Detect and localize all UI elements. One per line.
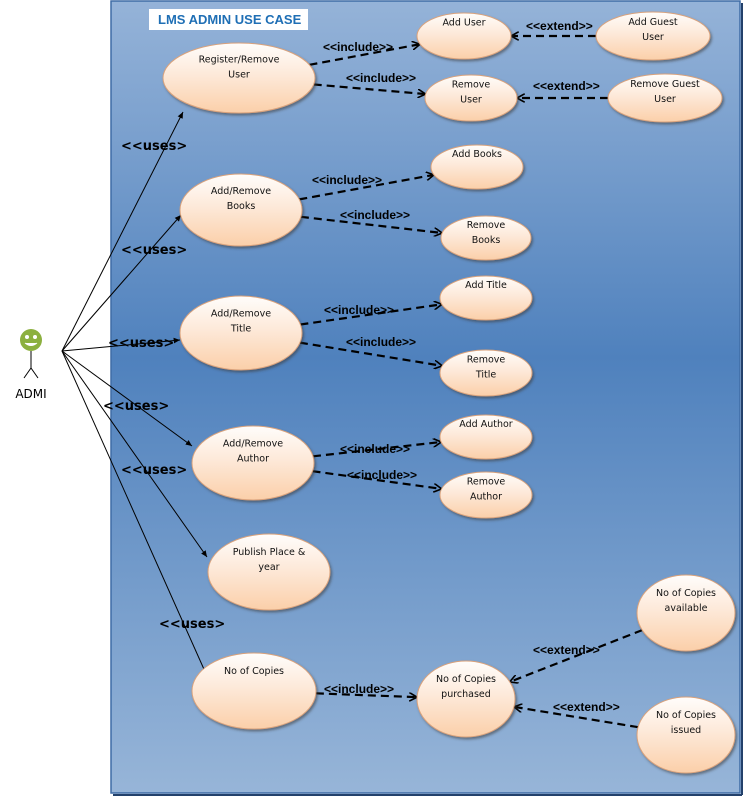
use-case-no-of-copies-issued[interactable]: No of Copies issued xyxy=(636,696,736,774)
use-case-label: Remove xyxy=(452,80,491,91)
use-case-label: Title xyxy=(230,323,252,334)
use-case-label: issued xyxy=(671,725,701,736)
use-case-label: Add/Remove xyxy=(211,308,271,319)
use-case-label: No of Copies xyxy=(656,710,716,721)
include-label: <<include>> xyxy=(324,303,394,317)
use-case-label: Author xyxy=(237,453,269,464)
use-case-label: User xyxy=(642,32,664,43)
actor-label: ADMI xyxy=(15,387,46,401)
include-label: <<include>> xyxy=(340,208,410,222)
use-case-label: year xyxy=(258,562,279,573)
use-case-register-remove-user[interactable]: Register/Remove User xyxy=(162,42,316,114)
use-case-label: Title xyxy=(475,370,497,381)
use-case-label: Books xyxy=(472,235,501,246)
use-case-publish-place-year[interactable]: Publish Place & year xyxy=(207,533,331,611)
use-case-add-title[interactable]: Add Title xyxy=(439,275,533,321)
extend-label: <<extend>> xyxy=(533,643,600,657)
use-case-label: No of Copies xyxy=(436,674,496,685)
uses-label: <<uses> xyxy=(108,336,174,351)
use-case-add-guest-user[interactable]: Add Guest User xyxy=(595,11,711,61)
use-case-label: Remove Guest xyxy=(630,79,700,90)
use-case-label: Author xyxy=(470,492,502,503)
include-label: <<include>> xyxy=(347,468,417,482)
use-case-label: No of Copies xyxy=(224,666,284,677)
use-case-label: User xyxy=(460,95,482,106)
use-case-label: Books xyxy=(227,201,256,212)
use-case-label: Remove xyxy=(467,477,506,488)
use-case-label: User xyxy=(654,94,676,105)
use-case-add-remove-title[interactable]: Add/Remove Title xyxy=(179,295,303,371)
use-case-label: Add/Remove xyxy=(211,186,271,197)
use-case-remove-guest-user[interactable]: Remove Guest User xyxy=(607,73,723,123)
use-case-add-books[interactable]: Add Books xyxy=(430,144,524,190)
include-label: <<include>> xyxy=(340,442,410,456)
uses-label: <<uses> xyxy=(121,243,187,258)
use-case-add-user[interactable]: Add User xyxy=(416,12,512,60)
use-case-label: Add/Remove xyxy=(223,438,283,449)
use-case-remove-title[interactable]: Remove Title xyxy=(439,349,533,397)
use-case-label: purchased xyxy=(441,689,491,700)
use-case-label: No of Copies xyxy=(656,588,716,599)
use-case-no-of-copies-purchased[interactable]: No of Copies purchased xyxy=(416,660,516,738)
extend-label: <<extend>> xyxy=(553,700,620,714)
use-case-label: Register/Remove xyxy=(199,54,280,65)
diagram-title-text: LMS ADMIN USE CASE xyxy=(158,12,302,27)
uses-label: <<uses> xyxy=(121,463,187,478)
use-case-ellipse xyxy=(191,652,317,730)
use-case-remove-author[interactable]: Remove Author xyxy=(439,471,533,519)
smiley-actor-icon xyxy=(20,329,42,379)
use-case-add-remove-author[interactable]: Add/Remove Author xyxy=(191,425,315,501)
use-case-add-remove-books[interactable]: Add/Remove Books xyxy=(179,173,303,247)
uses-label: <<uses> xyxy=(121,139,187,154)
extend-label: <<extend>> xyxy=(533,79,600,93)
use-case-label: Add Books xyxy=(452,149,502,160)
use-case-no-of-copies-available[interactable]: No of Copies available xyxy=(636,574,736,652)
use-case-remove-books[interactable]: Remove Books xyxy=(440,215,532,261)
use-case-label: Remove xyxy=(467,355,506,366)
include-label: <<include>> xyxy=(312,173,382,187)
use-case-label: Add User xyxy=(442,18,485,29)
use-case-label: available xyxy=(665,603,708,614)
use-case-label: Add Guest xyxy=(628,17,678,28)
use-case-remove-user[interactable]: Remove User xyxy=(424,74,518,122)
uses-label: <<uses> xyxy=(103,399,169,414)
use-case-label: Add Author xyxy=(459,419,512,430)
use-case-add-author[interactable]: Add Author xyxy=(439,414,533,460)
use-case-label: User xyxy=(228,69,250,80)
include-label: <<include>> xyxy=(346,71,416,85)
actor-admin[interactable]: ADMI xyxy=(15,329,47,401)
include-label: <<include>> xyxy=(346,335,416,349)
extend-label: <<extend>> xyxy=(526,19,593,33)
include-label: <<include>> xyxy=(323,40,393,54)
use-case-no-of-copies[interactable]: No of Copies xyxy=(191,652,317,730)
use-case-label: Publish Place & xyxy=(233,547,306,558)
use-case-label: Remove xyxy=(467,220,506,231)
use-case-diagram: LMS ADMIN USE CASE Register/RemoveUserAd… xyxy=(15,0,743,796)
use-case-label: Add Title xyxy=(465,280,507,291)
uses-label: <<uses> xyxy=(159,617,225,632)
diagram-title: LMS ADMIN USE CASE xyxy=(149,9,308,30)
include-label: <<include>> xyxy=(324,682,394,696)
